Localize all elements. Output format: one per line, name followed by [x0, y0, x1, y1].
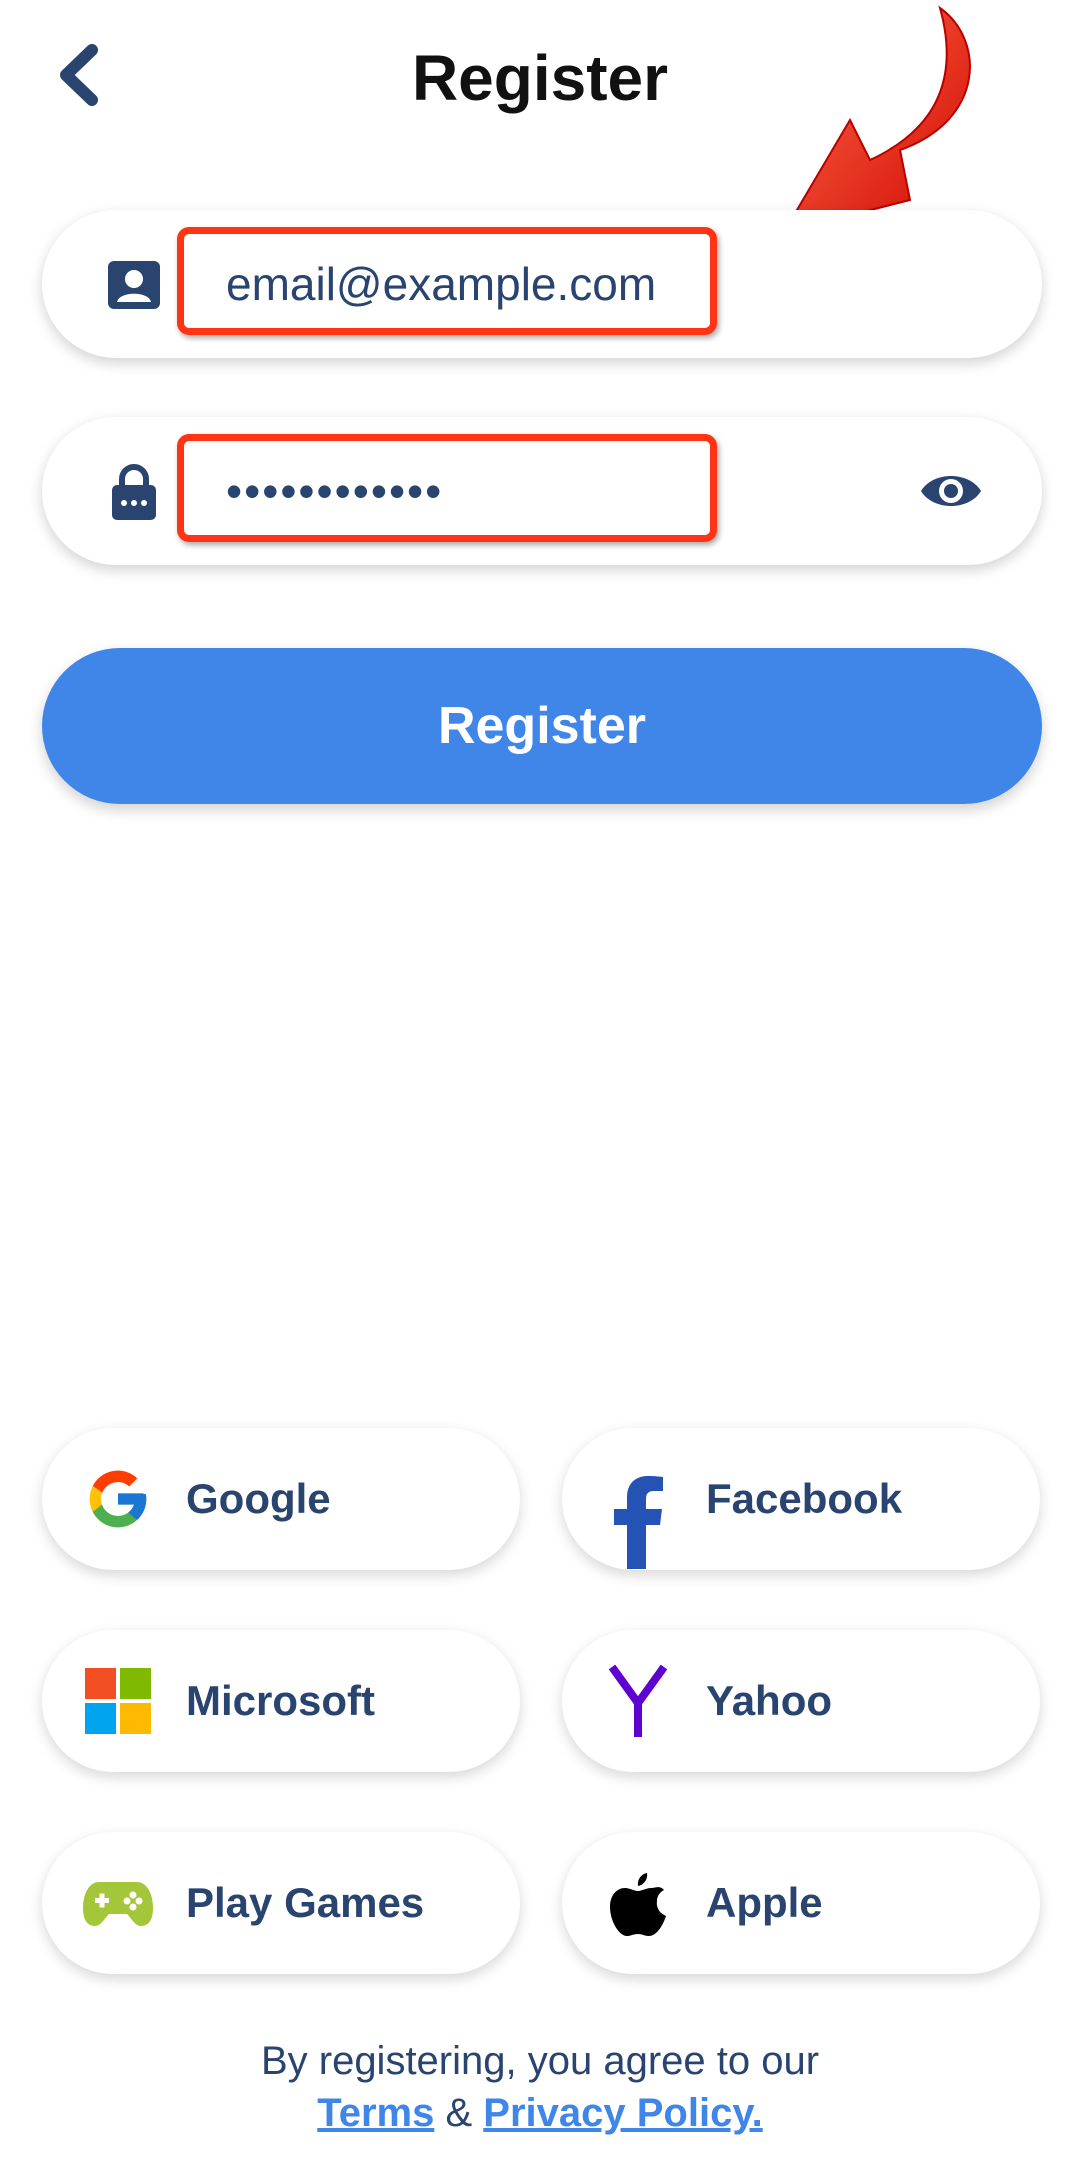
privacy-policy-link[interactable]: Privacy Policy. — [483, 2091, 762, 2135]
google-label: Google — [186, 1475, 331, 1522]
microsoft-login-button[interactable]: Microsoft — [42, 1630, 520, 1772]
eye-icon — [921, 476, 981, 506]
terms-link[interactable]: Terms — [317, 2091, 434, 2135]
pointer-arrow-icon — [781, 5, 971, 234]
microsoft-icon — [78, 1661, 158, 1741]
microsoft-label: Microsoft — [186, 1677, 375, 1724]
password-input[interactable] — [202, 443, 742, 539]
play-games-login-button[interactable]: Play Games — [42, 1832, 520, 1974]
password-field — [42, 417, 1042, 565]
register-button[interactable]: Register — [42, 648, 1042, 804]
yahoo-label: Yahoo — [706, 1677, 833, 1724]
play-games-label: Play Games — [186, 1879, 425, 1926]
email-field — [42, 210, 1042, 358]
play-games-icon — [78, 1863, 158, 1943]
facebook-icon — [598, 1459, 678, 1569]
google-icon — [78, 1459, 158, 1539]
lock-icon — [104, 462, 164, 522]
facebook-label: Facebook — [706, 1475, 903, 1522]
terms-notice: By registering, you agree to our Terms &… — [0, 2035, 1080, 2139]
google-login-button[interactable]: Google — [42, 1428, 520, 1570]
show-password-toggle[interactable] — [916, 461, 986, 521]
facebook-login-button[interactable]: Facebook — [562, 1428, 1040, 1570]
yahoo-icon — [598, 1661, 678, 1741]
apple-label: Apple — [706, 1879, 823, 1926]
apple-login-button[interactable]: Apple — [562, 1832, 1040, 1974]
apple-icon — [598, 1863, 678, 1943]
email-input[interactable] — [202, 236, 742, 332]
terms-ampersand: & — [445, 2091, 473, 2135]
terms-text: By registering, you agree to our — [260, 2039, 820, 2083]
yahoo-login-button[interactable]: Yahoo — [562, 1630, 1040, 1772]
account-box-icon — [104, 255, 164, 315]
